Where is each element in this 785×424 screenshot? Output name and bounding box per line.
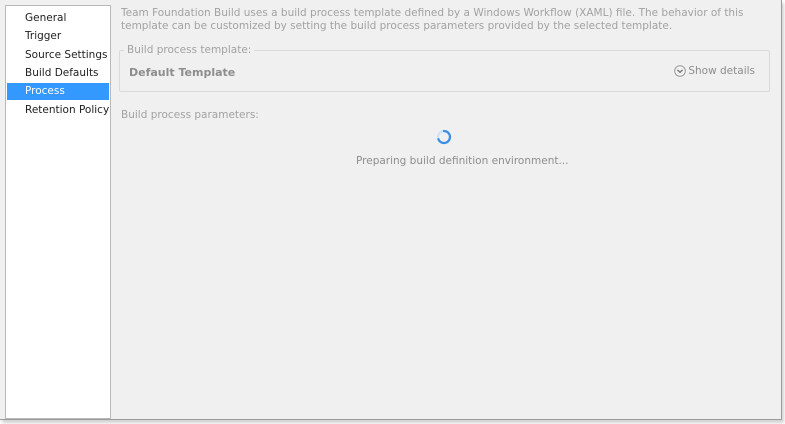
- sidebar-item-build-defaults[interactable]: Build Defaults: [7, 65, 109, 82]
- spinner-icon: [436, 129, 452, 145]
- show-details-label: Show details: [688, 65, 755, 77]
- sidebar-item-process[interactable]: Process: [7, 83, 109, 100]
- sidebar-item-general[interactable]: General: [7, 10, 109, 27]
- chevron-down-circle-icon: [674, 65, 687, 77]
- template-group-label: Build process template:: [124, 44, 255, 57]
- build-process-parameters-label: Build process parameters:: [121, 109, 259, 121]
- process-description: Team Foundation Build uses a build proce…: [121, 7, 744, 32]
- sidebar-item-source-settings[interactable]: Source Settings: [7, 47, 109, 64]
- show-details-toggle[interactable]: Show details: [674, 65, 755, 77]
- build-process-template-group: Build process template: Default Template…: [119, 44, 770, 92]
- build-definition-window: General Trigger Source Settings Build De…: [0, 0, 782, 420]
- sidebar-item-retention-policy[interactable]: Retention Policy: [7, 102, 109, 119]
- sidebar-nav: General Trigger Source Settings Build De…: [5, 5, 111, 419]
- template-name: Default Template: [129, 66, 236, 79]
- loading-status-text: Preparing build definition environment..…: [356, 155, 569, 167]
- sidebar-item-trigger[interactable]: Trigger: [7, 28, 109, 45]
